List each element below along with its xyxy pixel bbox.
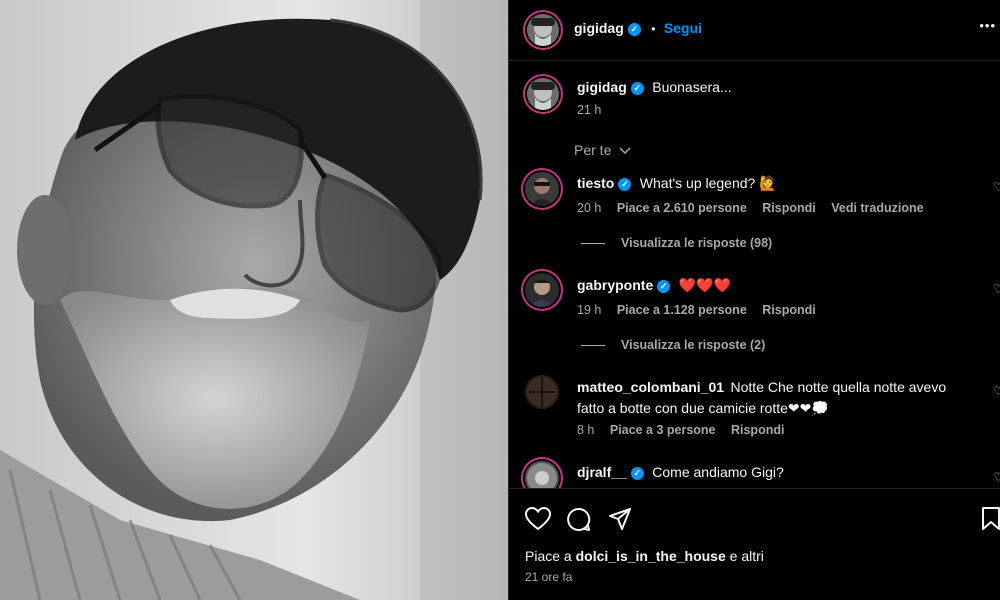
caption-username[interactable]: gigidag [577, 79, 627, 95]
post-sidebar: gigidag ✓ • Segui ••• gigidag ✓ Buonasera.… [508, 0, 1000, 600]
reply-button[interactable]: Rispondi [731, 423, 784, 437]
comment-likes[interactable]: Piace a 2.610 persone [617, 201, 747, 215]
author-username[interactable]: gigidag [574, 20, 624, 36]
view-replies-button[interactable]: Visualizza le risposte (98) [581, 236, 772, 250]
comment-like-heart-icon[interactable]: ♡ [993, 470, 1000, 484]
comment-avatar[interactable] [525, 273, 559, 307]
comment-likes[interactable]: Piace a 3 persone [610, 423, 716, 437]
verified-icon: ✓ [618, 178, 632, 191]
comment-time: 19 h [577, 303, 602, 317]
comment-text: What's up legend? 🙋 [639, 175, 777, 191]
comment-text: ❤️❤️❤️ [678, 277, 731, 293]
comment-filter-label: Per te [574, 142, 612, 158]
post-photo[interactable] [0, 0, 508, 600]
translate-button[interactable]: Vedi traduzione [831, 201, 923, 215]
separator-dot: • [651, 22, 656, 36]
caption-time: 21 h [577, 103, 602, 117]
comment-username[interactable]: gabryponte [577, 277, 653, 293]
comment-icon[interactable] [566, 507, 591, 537]
comment-like-heart-icon[interactable]: ♡ [993, 180, 1000, 194]
post-header: gigidag ✓ • Segui ••• [509, 0, 1000, 61]
comment-like-heart-icon[interactable]: ♡ [993, 282, 1000, 296]
likes-suffix: e altri [729, 548, 764, 564]
portrait-image [0, 0, 508, 600]
view-replies-label: Visualizza le risposte (2) [621, 338, 766, 352]
more-icon[interactable]: ••• [979, 18, 996, 33]
heart-icon[interactable] [524, 506, 552, 536]
comment-likes[interactable]: Piace a 1.128 persone [617, 303, 747, 317]
comment-time: 8 h [577, 423, 595, 437]
follow-button[interactable]: Segui [664, 20, 702, 36]
likes-user-link[interactable]: dolci_is_in_the_house [576, 548, 726, 564]
share-icon[interactable] [608, 508, 632, 535]
comment-avatar[interactable] [525, 461, 559, 488]
verified-icon: ✓ [627, 23, 641, 36]
comment-text-continued: fatto a botte con due camicie rotte❤❤💭 [577, 400, 829, 416]
likes-prefix: Piace a [525, 548, 572, 564]
verified-icon: ✓ [657, 280, 671, 293]
bookmark-icon[interactable] [981, 507, 1000, 536]
comment-username[interactable]: djralf__ [577, 464, 627, 480]
author-avatar[interactable] [527, 14, 559, 46]
comment-time: 20 h [577, 201, 602, 215]
comment-username[interactable]: matteo_colombani_01 [577, 379, 724, 395]
caption-avatar[interactable] [527, 78, 559, 110]
view-replies-label: Visualizza le risposte (98) [621, 236, 773, 250]
verified-icon: ✓ [630, 467, 644, 480]
view-replies-button[interactable]: Visualizza le risposte (2) [581, 338, 765, 352]
comment-filter[interactable]: Per te [574, 142, 631, 158]
comment-text: Notte Che notte quella notte avevo [730, 379, 947, 395]
comment-like-heart-icon[interactable]: ♡ [993, 384, 1000, 398]
chevron-down-icon [619, 142, 631, 158]
reply-button[interactable]: Rispondi [762, 303, 815, 317]
reply-button[interactable]: Rispondi [762, 201, 815, 215]
comments-list[interactable]: gigidag ✓ Buonasera... 21 h Per te tiesto… [509, 60, 1000, 489]
post-timestamp: 21 ore fa [525, 570, 573, 584]
verified-icon: ✓ [630, 82, 644, 95]
comment-username[interactable]: tiesto [577, 175, 614, 191]
likes-summary: Piace a dolci_is_in_the_house e altri [525, 548, 764, 564]
comment-avatar[interactable] [525, 375, 559, 409]
comment-text: Come andiamo Gigi? [652, 464, 784, 480]
comment-avatar[interactable] [525, 172, 559, 206]
caption-text: Buonasera... [652, 79, 732, 95]
